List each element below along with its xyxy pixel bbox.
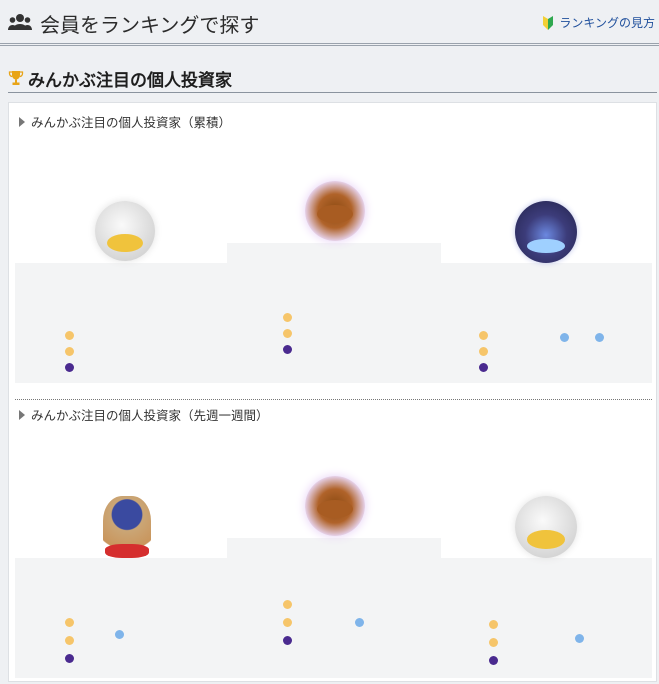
podium-weekly: [15, 438, 652, 678]
podium-step-third: [441, 263, 652, 383]
stat-icon: [115, 630, 124, 639]
stat-icon: [283, 313, 292, 322]
avatar-rank-2[interactable]: [103, 496, 151, 558]
ranking-help-link[interactable]: ランキングの見方: [541, 14, 655, 31]
podium-step-second: [15, 558, 227, 678]
section-title: みんかぶ注目の個人投資家: [28, 71, 232, 91]
stat-icon: [560, 333, 569, 342]
stat-icon: [489, 656, 498, 665]
ranking-help-label[interactable]: ランキングの見方: [559, 14, 655, 31]
stat-icon: [355, 618, 364, 627]
section-heading: みんかぶ注目の個人投資家: [8, 66, 657, 93]
ranking-weekly-header[interactable]: みんかぶ注目の個人投資家（先週一週間）: [19, 405, 269, 424]
stat-icon: [595, 333, 604, 342]
stat-icon: [65, 363, 74, 372]
stat-icon: [65, 636, 74, 645]
stat-icon: [283, 345, 292, 354]
stat-icon: [65, 618, 74, 627]
stat-icon: [479, 347, 488, 356]
stat-icon: [283, 636, 292, 645]
podium-step-second: [15, 263, 227, 383]
stat-icon: [65, 654, 74, 663]
podium-step-third: [441, 558, 652, 678]
stat-icon: [575, 634, 584, 643]
podium-step-first: [227, 243, 441, 383]
stat-icon: [489, 620, 498, 629]
ranking-panel: みんかぶ注目の個人投資家（累積） みんかぶ注目の個人投資家（先週一週間）: [8, 102, 657, 682]
avatar-rank-1[interactable]: [305, 476, 365, 536]
caret-right-icon: [19, 409, 25, 420]
stat-icon: [283, 600, 292, 609]
avatar-rank-1[interactable]: [305, 181, 365, 241]
caret-right-icon: [19, 116, 25, 127]
stat-icon: [479, 331, 488, 340]
stat-icon: [479, 363, 488, 372]
stat-icon: [283, 618, 292, 627]
stat-icon: [65, 347, 74, 356]
avatar-rank-3[interactable]: [515, 201, 577, 263]
ranking-cumulative-label: みんかぶ注目の個人投資家（累積）: [31, 115, 232, 130]
beginner-leaf-icon: [543, 15, 554, 30]
avatar-rank-2[interactable]: [95, 201, 155, 261]
podium-step-first: [227, 538, 441, 678]
users-icon: [8, 14, 32, 30]
stat-icon: [65, 331, 74, 340]
stat-icon: [283, 329, 292, 338]
podium-cumulative: [15, 143, 652, 383]
trophy-icon: [8, 71, 24, 85]
section-divider: [15, 399, 652, 400]
ranking-weekly-label: みんかぶ注目の個人投資家（先週一週間）: [31, 408, 269, 423]
ranking-cumulative-header[interactable]: みんかぶ注目の個人投資家（累積）: [19, 112, 231, 131]
stat-icon: [489, 638, 498, 647]
avatar-rank-3[interactable]: [515, 496, 577, 558]
page-title: 会員をランキングで探す: [40, 13, 260, 37]
page-header: 会員をランキングで探す ランキングの見方: [0, 0, 659, 46]
